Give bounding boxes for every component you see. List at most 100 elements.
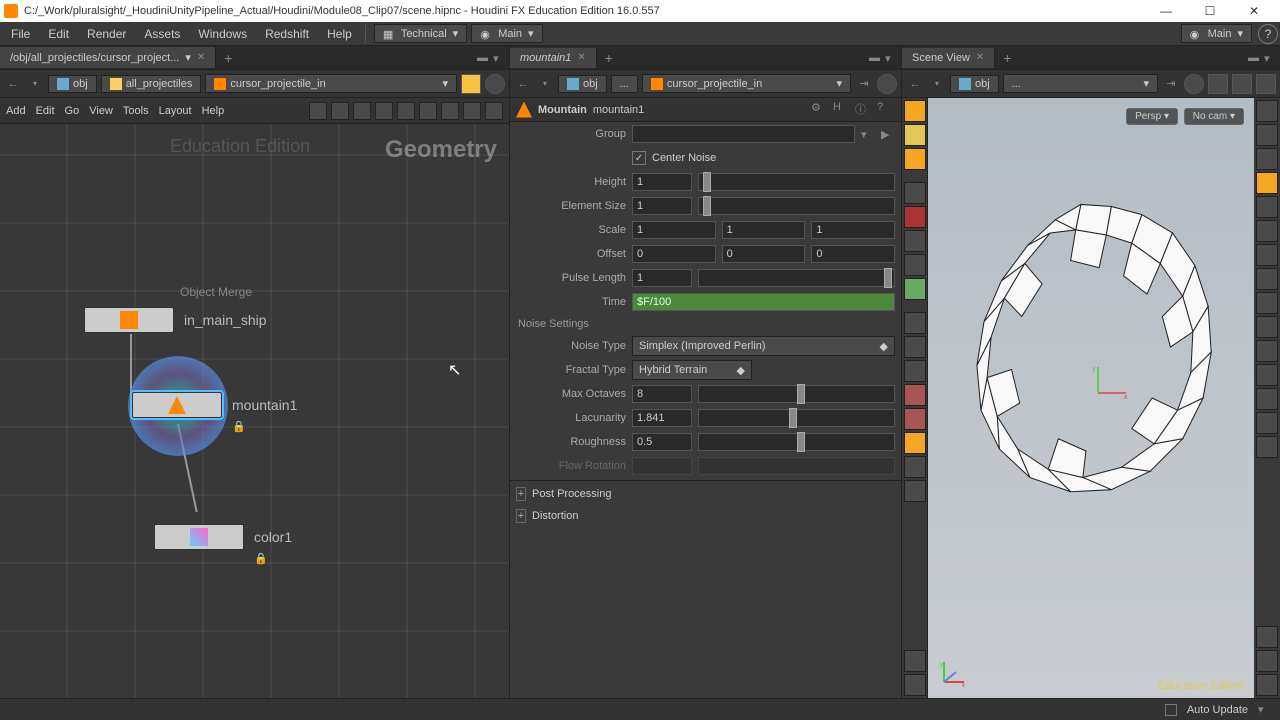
new-tab-button[interactable]: + <box>995 48 1019 68</box>
net-menu-add[interactable]: Add <box>6 105 26 117</box>
close-icon[interactable]: ✕ <box>976 52 984 63</box>
node-name-field[interactable]: mountain1 <box>593 104 644 116</box>
misc-tool[interactable] <box>904 480 926 502</box>
menu-help[interactable]: Help <box>318 23 361 45</box>
height-field[interactable]: 1 <box>632 173 692 191</box>
vertex-tool[interactable] <box>904 278 926 300</box>
grid2-icon[interactable] <box>353 102 371 120</box>
display-tool-1[interactable] <box>1256 100 1278 122</box>
display-tool-15[interactable] <box>1256 436 1278 458</box>
rotate-tool[interactable] <box>904 336 926 358</box>
network-tab[interactable]: /obj/all_projectiles/cursor_project...▾✕ <box>0 47 216 68</box>
radar-icon[interactable] <box>877 74 897 94</box>
display-tool-b1[interactable] <box>1256 626 1278 648</box>
translate-tool[interactable] <box>904 312 926 334</box>
menu-redshift[interactable]: Redshift <box>256 23 318 45</box>
pane-menu-icon[interactable]: ▾ <box>493 52 505 64</box>
breadcrumb-dots[interactable]: ...▾ <box>1003 74 1158 93</box>
search-icon[interactable] <box>485 102 503 120</box>
scale-z-field[interactable]: 1 <box>811 221 895 239</box>
fold-distortion[interactable]: +Distortion <box>510 505 901 527</box>
menu-windows[interactable]: Windows <box>189 23 256 45</box>
menu-assets[interactable]: Assets <box>135 23 189 45</box>
display-tool-b3[interactable] <box>1256 674 1278 696</box>
new-tab-button[interactable]: + <box>597 48 621 68</box>
layout-icon[interactable] <box>1208 74 1228 94</box>
net-menu-tools[interactable]: Tools <box>123 105 149 117</box>
display-tool-6[interactable] <box>1256 220 1278 242</box>
grid-icon[interactable] <box>331 102 349 120</box>
fold-post-processing[interactable]: +Post Processing <box>510 483 901 505</box>
display-tool-5[interactable] <box>1256 196 1278 218</box>
arrow-tool[interactable] <box>904 182 926 204</box>
scene-tab[interactable]: Scene View✕ <box>902 48 995 68</box>
close-icon[interactable]: ✕ <box>577 52 585 63</box>
maxoct-slider[interactable] <box>698 385 895 403</box>
nav-history-icon[interactable]: ▾ <box>536 75 554 93</box>
center-noise-checkbox[interactable]: ✓ <box>632 151 646 165</box>
window-maximize-button[interactable]: ☐ <box>1188 0 1232 22</box>
group-field[interactable] <box>632 125 855 143</box>
list-icon[interactable] <box>309 102 327 120</box>
scale-x-field[interactable]: 1 <box>632 221 716 239</box>
pin-icon[interactable] <box>463 102 481 120</box>
display-tool-10[interactable] <box>1256 316 1278 338</box>
minimize-pane-icon[interactable]: ▬ <box>477 52 489 64</box>
display-tool-8[interactable] <box>1256 268 1278 290</box>
display-tool-active[interactable] <box>1256 172 1278 194</box>
image-icon[interactable] <box>441 102 459 120</box>
new-tab-button[interactable]: + <box>216 48 240 68</box>
select-mode-tool[interactable] <box>904 124 926 146</box>
breadcrumb-obj[interactable]: obj <box>950 75 999 93</box>
maxoct-field[interactable]: 8 <box>632 385 692 403</box>
nav-back-icon[interactable]: ← <box>906 75 924 93</box>
desktop-dropdown[interactable]: ▦Technical▾ <box>374 24 467 43</box>
nav-history-icon[interactable]: ▾ <box>26 75 44 93</box>
edge-tool[interactable] <box>904 254 926 276</box>
grid3-icon[interactable] <box>375 102 393 120</box>
layout2-icon[interactable] <box>1232 74 1252 94</box>
window-close-button[interactable]: ✕ <box>1232 0 1276 22</box>
gear-icon[interactable]: ⚙ <box>811 101 829 119</box>
help-icon[interactable]: ? <box>877 101 895 119</box>
snap3-tool[interactable] <box>904 432 926 454</box>
nav-back-icon[interactable]: ← <box>514 75 532 93</box>
update-menu-icon[interactable]: ▾ <box>1258 703 1272 716</box>
pin-icon[interactable]: ⇥ <box>1162 75 1180 93</box>
radial-dropdown[interactable]: ◉Main▾ <box>1181 24 1252 43</box>
breadcrumb-current[interactable]: cursor_projectile_in▾ <box>205 74 457 93</box>
height-slider[interactable] <box>698 173 895 191</box>
auto-update-checkbox[interactable] <box>1165 704 1177 716</box>
info-icon[interactable]: ⓘ <box>855 101 873 119</box>
display-tool-7[interactable] <box>1256 244 1278 266</box>
node-mountain1[interactable]: mountain1 🔒 <box>132 392 297 418</box>
rough-field[interactable]: 0.5 <box>632 433 692 451</box>
net-menu-edit[interactable]: Edit <box>36 105 55 117</box>
pane-menu-icon[interactable]: ▾ <box>885 52 897 64</box>
breadcrumb-obj[interactable]: obj <box>558 75 607 93</box>
window-minimize-button[interactable]: — <box>1144 0 1188 22</box>
display-tool-9[interactable] <box>1256 292 1278 314</box>
breadcrumb-dots[interactable]: ... <box>611 75 638 93</box>
network-graph[interactable]: Education Edition Geometry Object Merge … <box>0 124 509 698</box>
bottom-tool-2[interactable] <box>904 674 926 696</box>
time-field[interactable]: $F/100 <box>632 293 895 311</box>
node-in-main-ship[interactable]: Object Merge in_main_ship <box>84 307 267 333</box>
point-tool[interactable] <box>904 206 926 228</box>
pulse-slider[interactable] <box>698 269 895 287</box>
breadcrumb-current[interactable]: cursor_projectile_in▾ <box>642 74 851 93</box>
breadcrumb-allproj[interactable]: all_projectiles <box>101 75 202 93</box>
snap-tool[interactable] <box>904 384 926 406</box>
breadcrumb-obj[interactable]: obj <box>48 75 97 93</box>
menu-file[interactable]: File <box>2 23 39 45</box>
noisetype-dropdown[interactable]: Simplex (Improved Perlin)◆ <box>632 336 895 356</box>
layout3-icon[interactable] <box>1256 74 1276 94</box>
minimize-pane-icon[interactable]: ▬ <box>1248 52 1260 64</box>
close-icon[interactable]: ✕ <box>197 52 205 63</box>
scale-tool[interactable] <box>904 360 926 382</box>
net-menu-go[interactable]: Go <box>65 105 80 117</box>
offset-x-field[interactable]: 0 <box>632 245 716 263</box>
display-options-icon[interactable] <box>461 74 481 94</box>
menu-edit[interactable]: Edit <box>39 23 78 45</box>
context-dropdown[interactable]: ◉Main▾ <box>471 24 542 43</box>
